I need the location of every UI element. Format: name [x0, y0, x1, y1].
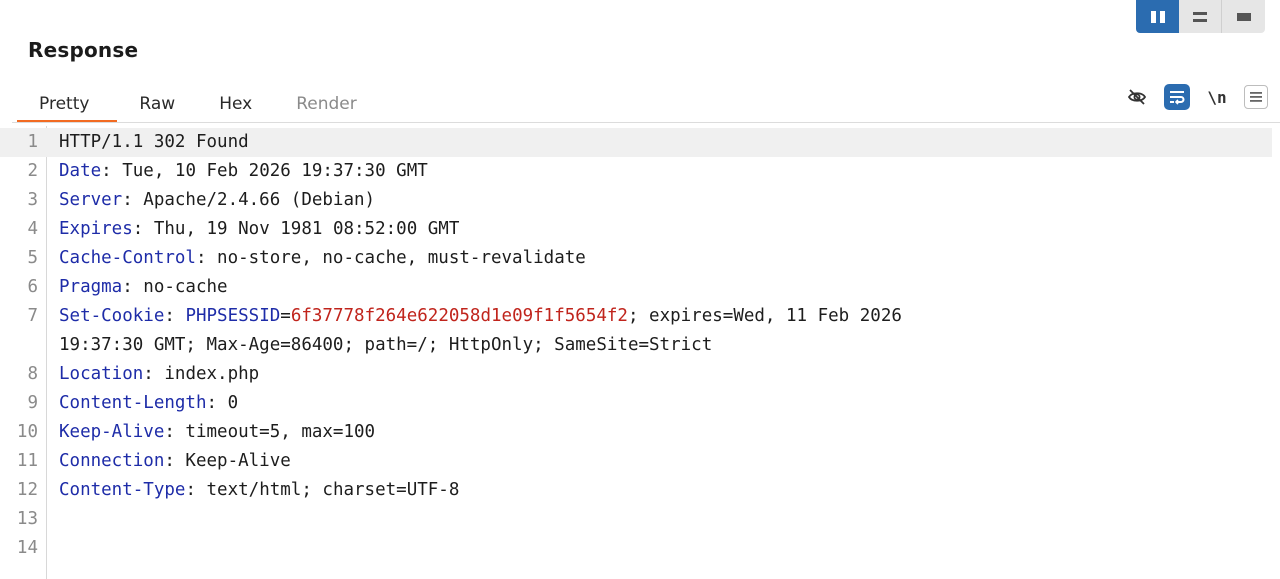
split-horizontal-layout-button[interactable] [1136, 0, 1179, 33]
wrap-lines-icon [1170, 91, 1185, 105]
line-number: 4 [27, 219, 38, 239]
view-tabs: Pretty Raw Hex Render [17, 86, 379, 123]
line-content: Connection: Keep-Alive [59, 447, 291, 476]
code-line[interactable]: 11 Connection: Keep-Alive [0, 447, 1272, 476]
text-segment: HTTP/1.1 302 Found [59, 132, 249, 152]
code-line[interactable]: 3 Server: Apache/2.4.66 (Debian) [0, 186, 1272, 215]
header-name: Location [59, 364, 144, 384]
code-line[interactable]: 10 Keep-Alive: timeout=5, max=100 [0, 418, 1272, 447]
cookie-name: PHPSESSID [185, 306, 281, 326]
text-segment: : no-cache [122, 277, 228, 297]
message-editor[interactable]: 1 HTTP/1.1 302 Found 2 Date: Tue, 10 Feb 20… [0, 126, 1280, 579]
header-name: Content-Length [59, 393, 207, 413]
layout-toggle [1136, 0, 1266, 33]
line-number: 10 [16, 422, 38, 442]
tab-render[interactable]: Render [274, 86, 379, 122]
text-segment: : no-store, no-cache, must-revalidate [195, 248, 586, 268]
panel-title: Response [28, 38, 139, 62]
text-segment: : timeout=5, max=100 [164, 422, 376, 442]
line-number: 7 [27, 306, 38, 326]
line-number: 8 [27, 364, 38, 384]
line-number: 2 [27, 161, 38, 181]
line-number: 1 [27, 132, 38, 152]
cookie-value: 6f37778f264e622058d1e09f1f5654f2 [290, 306, 628, 326]
text-segment: : index.php [143, 364, 260, 384]
tab-raw[interactable]: Raw [117, 86, 197, 122]
line-content: Date: Tue, 10 Feb 2026 19:37:30 GMT [59, 157, 428, 186]
text-segment: : Keep-Alive [164, 451, 291, 471]
header-name: Cache-Control [59, 248, 196, 268]
line-number: 5 [27, 248, 38, 268]
code-line[interactable]: 6 Pragma: no-cache [0, 273, 1272, 302]
line-content: Pragma: no-cache [59, 273, 228, 302]
text-segment: ; expires=Wed, 11 Feb 2026 [627, 306, 902, 326]
text-segment: : Thu, 19 Nov 1981 08:52:00 GMT [132, 219, 460, 239]
hamburger-menu-icon [1250, 92, 1262, 102]
header-name: Connection [59, 451, 165, 471]
tab-pretty[interactable]: Pretty [17, 86, 118, 123]
line-content: HTTP/1.1 302 Found [59, 128, 249, 157]
split-vertical-layout-button[interactable] [1179, 0, 1222, 33]
line-content: Expires: Thu, 19 Nov 1981 08:52:00 GMT [59, 215, 459, 244]
line-content: Keep-Alive: timeout=5, max=100 [59, 418, 375, 447]
header-name: Content-Type [59, 480, 186, 500]
header-name: Server [59, 190, 123, 210]
line-number: 14 [16, 538, 38, 558]
line-content: Content-Type: text/html; charset=UTF-8 [59, 476, 459, 505]
text-segment: : Apache/2.4.66 (Debian) [122, 190, 376, 210]
header-name: Set-Cookie [59, 306, 165, 326]
tab-hex[interactable]: Hex [197, 86, 274, 122]
show-newlines-button[interactable]: \n [1204, 84, 1230, 110]
code-line[interactable]: 7 Set-Cookie: PHPSESSID=6f37778f264e62205… [0, 302, 1272, 331]
code-line[interactable]: 13 [0, 505, 1272, 534]
text-segment: : [164, 306, 186, 326]
text-segment: 19:37:30 GMT; Max-Age=86400; path=/; Htt… [59, 335, 713, 355]
line-content: Location: index.php [59, 360, 259, 389]
editor-toolbar: \n [1124, 84, 1268, 110]
rows-icon [1193, 11, 1207, 22]
single-pane-layout-button[interactable] [1222, 0, 1265, 33]
text-segment: = [280, 306, 291, 326]
line-number: 13 [16, 509, 38, 529]
hide-nonprintable-button[interactable] [1124, 84, 1150, 110]
line-number: 9 [27, 393, 38, 413]
line-number: 6 [27, 277, 38, 297]
line-number: 12 [16, 480, 38, 500]
line-content: 19:37:30 GMT; Max-Age=86400; path=/; Htt… [59, 331, 712, 360]
code-line-wrapped[interactable]: 19:37:30 GMT; Max-Age=86400; path=/; Htt… [0, 331, 1272, 360]
line-number: 3 [27, 190, 38, 210]
header-name: Pragma [59, 277, 123, 297]
header-name: Date [59, 161, 102, 181]
code-line[interactable]: 14 [0, 534, 1272, 563]
line-content: Server: Apache/2.4.66 (Debian) [59, 186, 375, 215]
wrap-lines-button[interactable] [1164, 84, 1190, 110]
columns-icon [1150, 10, 1165, 23]
code-line[interactable]: 4 Expires: Thu, 19 Nov 1981 08:52:00 GMT [0, 215, 1272, 244]
line-content: Set-Cookie: PHPSESSID=6f37778f264e622058… [59, 302, 902, 331]
text-segment: : Tue, 10 Feb 2026 19:37:30 GMT [101, 161, 428, 181]
text-segment: : 0 [206, 393, 239, 413]
tabs-divider [12, 122, 1280, 123]
code-line[interactable]: 5 Cache-Control: no-store, no-cache, must… [0, 244, 1272, 273]
line-content: Content-Length: 0 [59, 389, 238, 418]
header-name: Keep-Alive [59, 422, 165, 442]
text-segment: : text/html; charset=UTF-8 [185, 480, 460, 500]
editor-menu-button[interactable] [1244, 85, 1268, 109]
code-line[interactable]: 1 HTTP/1.1 302 Found [0, 128, 1272, 157]
code-line[interactable]: 9 Content-Length: 0 [0, 389, 1272, 418]
response-panel: Response Pretty Raw Hex Render \n 1 HTTP… [0, 0, 1280, 579]
code-line[interactable]: 2 Date: Tue, 10 Feb 2026 19:37:30 GMT [0, 157, 1272, 186]
eye-slash-icon [1127, 89, 1147, 105]
single-pane-icon [1236, 12, 1251, 21]
code-line[interactable]: 8 Location: index.php [0, 360, 1272, 389]
line-content: Cache-Control: no-store, no-cache, must-… [59, 244, 586, 273]
header-name: Expires [59, 219, 133, 239]
code-line[interactable]: 12 Content-Type: text/html; charset=UTF-8 [0, 476, 1272, 505]
line-number: 11 [16, 451, 38, 471]
